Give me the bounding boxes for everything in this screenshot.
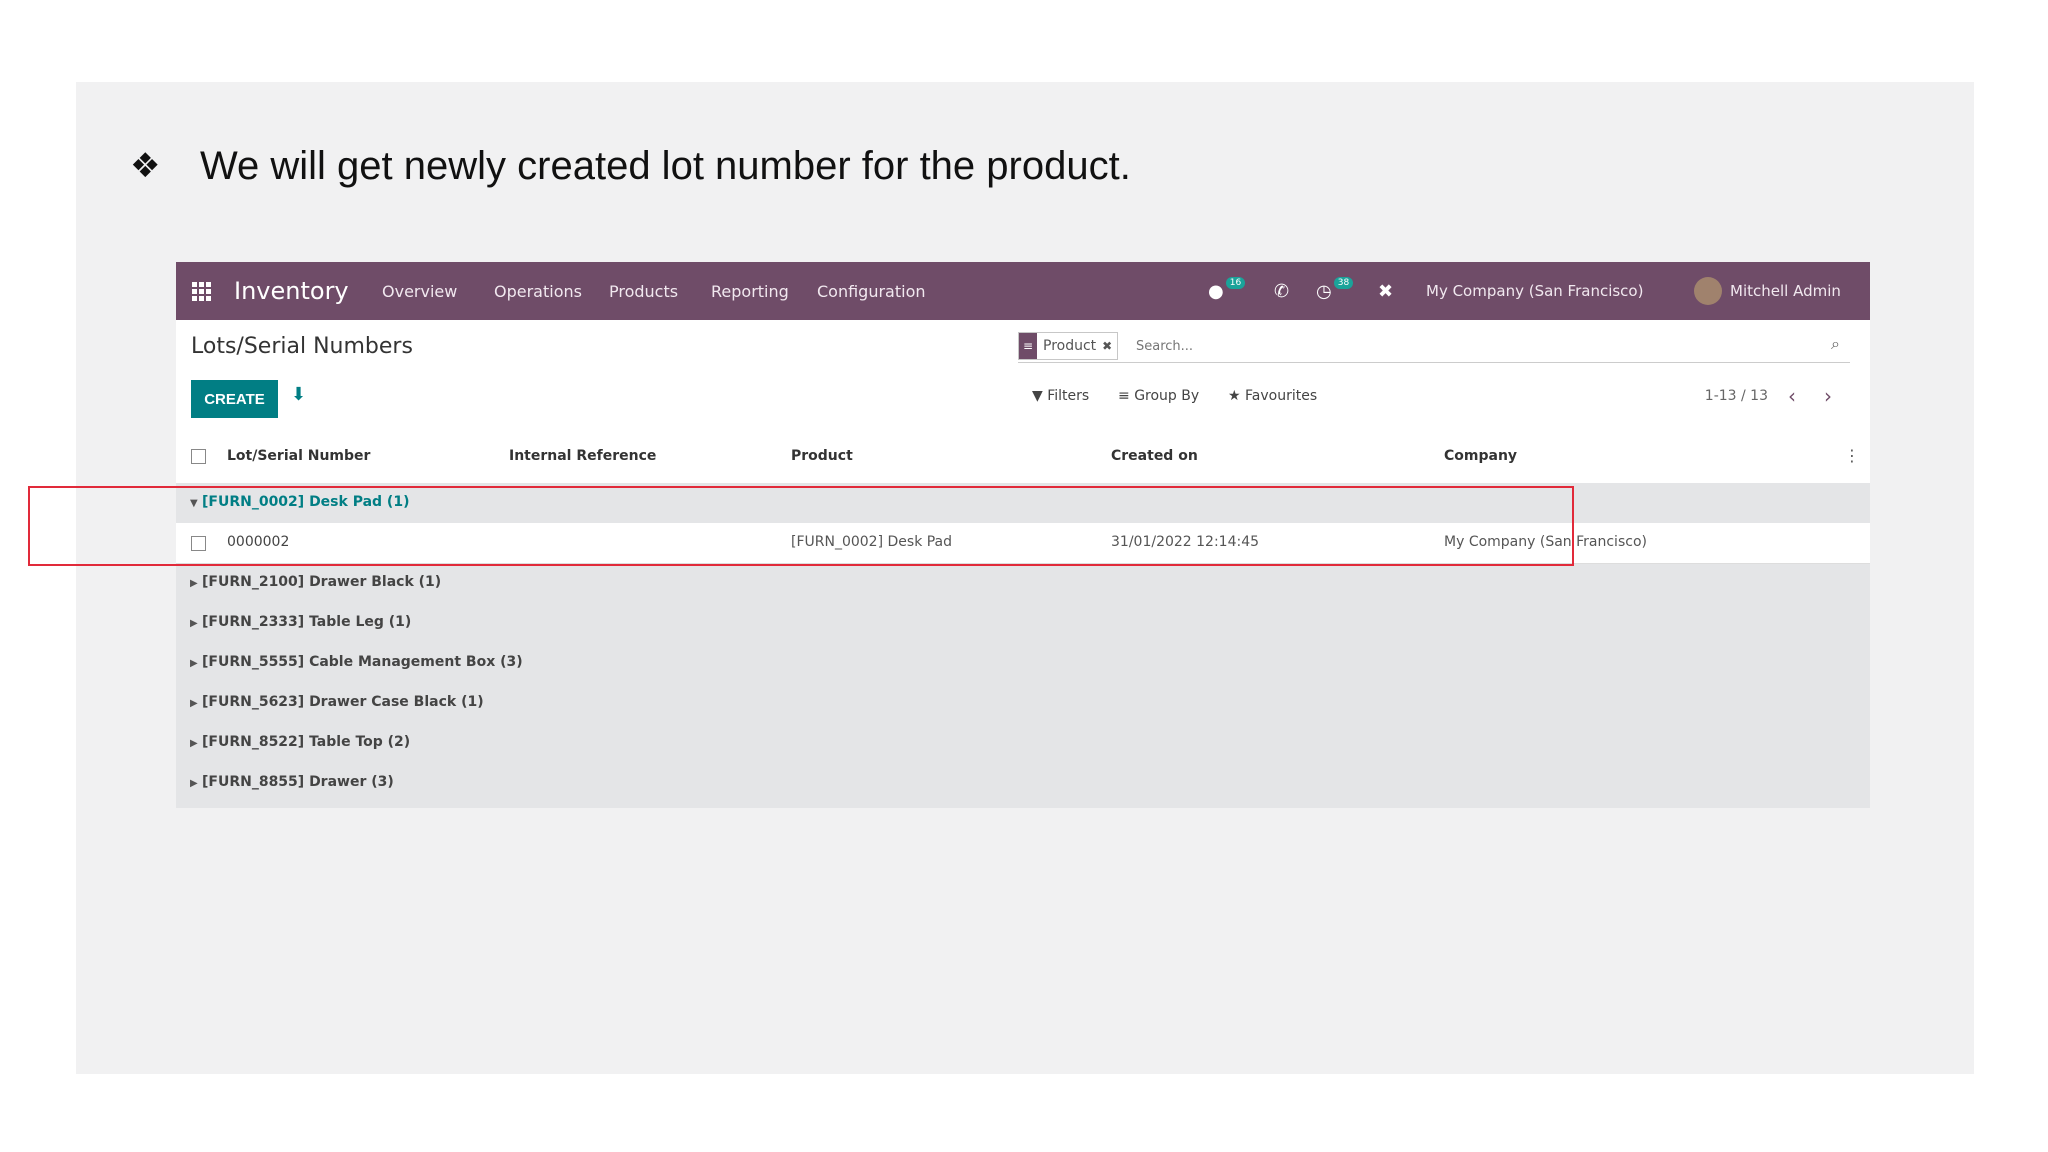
caret-right-icon: ▶	[190, 738, 198, 749]
group-row-furn-0002[interactable]: ▼ [FURN_0002] Desk Pad (1)	[176, 483, 1870, 523]
table-row[interactable]: 0000002 [FURN_0002] Desk Pad 31/01/2022 …	[176, 523, 1870, 564]
tools-icon[interactable]: ✖	[1378, 262, 1393, 320]
optional-columns-kebab-icon[interactable]: ⋮	[1844, 446, 1860, 465]
create-button[interactable]: CREATE	[191, 380, 278, 418]
four-diamond-bullet-icon: ❖	[130, 146, 161, 186]
group-row-furn-5623[interactable]: ▶ [FURN_5623] Drawer Case Black (1)	[176, 683, 1870, 723]
search-input[interactable]	[1134, 334, 1738, 358]
group-row-furn-2333[interactable]: ▶ [FURN_2333] Table Leg (1)	[176, 603, 1870, 643]
star-icon: ★	[1228, 388, 1241, 404]
chevron-left-icon[interactable]: ‹	[1788, 384, 1796, 408]
messages-badge: 16	[1225, 277, 1246, 289]
phone-icon[interactable]: ✆	[1274, 262, 1289, 320]
group-label: [FURN_2333] Table Leg (1)	[202, 614, 412, 630]
user-menu[interactable]: Mitchell Admin	[1694, 262, 1841, 320]
chevron-right-icon[interactable]: ›	[1824, 384, 1832, 408]
caret-down-icon: ▼	[190, 498, 198, 509]
group-row-furn-8522[interactable]: ▶ [FURN_8522] Table Top (2)	[176, 723, 1870, 763]
caret-right-icon: ▶	[190, 698, 198, 709]
close-icon[interactable]: ✖	[1102, 339, 1117, 353]
filters-button[interactable]: ▼ Filters	[1032, 388, 1089, 404]
column-product[interactable]: Product	[791, 448, 853, 464]
menu-configuration[interactable]: Configuration	[817, 262, 926, 320]
group-by-button[interactable]: ≡ Group By	[1118, 388, 1199, 404]
group-row-furn-2100[interactable]: ▶ [FURN_2100] Drawer Black (1)	[176, 563, 1870, 603]
facet-label: Product	[1043, 338, 1097, 354]
control-panel: Lots/Serial Numbers CREATE ⬇ ≡ Product ✖…	[176, 320, 1870, 431]
search-icon[interactable]: ⌕	[1831, 334, 1840, 354]
favourites-button[interactable]: ★ Favourites	[1228, 388, 1317, 404]
messages-button[interactable]: ● 16	[1208, 262, 1246, 320]
group-label: [FURN_2100] Drawer Black (1)	[202, 574, 442, 590]
app-title[interactable]: Inventory	[234, 262, 349, 320]
caret-right-icon: ▶	[190, 578, 198, 589]
caret-right-icon: ▶	[190, 778, 198, 789]
avatar	[1694, 277, 1722, 305]
clock-icon: ◷	[1316, 280, 1332, 302]
list-icon: ≡	[1019, 333, 1037, 359]
menu-overview[interactable]: Overview	[382, 262, 457, 320]
chat-bubble-icon: ●	[1208, 280, 1224, 302]
menu-products[interactable]: Products	[609, 262, 678, 320]
caret-right-icon: ▶	[190, 618, 198, 629]
group-label: [FURN_8855] Drawer (3)	[202, 774, 394, 790]
slide-bullet-line: ❖ We will get newly created lot number f…	[130, 138, 1131, 194]
cell-created-on: 31/01/2022 12:14:45	[1111, 534, 1260, 550]
page-title: Lots/Serial Numbers	[191, 334, 413, 359]
funnel-icon: ▼	[1032, 388, 1043, 404]
group-label: [FURN_5555] Cable Management Box (3)	[202, 654, 523, 670]
slide-text: We will get newly created lot number for…	[200, 143, 1131, 188]
group-row-furn-8855[interactable]: ▶ [FURN_8855] Drawer (3)	[176, 763, 1870, 803]
odoo-screenshot: Inventory Overview Operations Products R…	[176, 262, 1870, 808]
group-label: [FURN_0002] Desk Pad (1)	[202, 494, 410, 510]
select-all-checkbox[interactable]	[191, 449, 206, 464]
apps-menu-icon[interactable]	[192, 262, 214, 320]
cell-product: [FURN_0002] Desk Pad	[791, 534, 953, 550]
row-checkbox[interactable]	[191, 536, 206, 551]
table-header: Lot/Serial Number Internal Reference Pro…	[176, 430, 1870, 484]
filters-label: Filters	[1047, 388, 1090, 404]
caret-right-icon: ▶	[190, 658, 198, 669]
company-switcher[interactable]: My Company (San Francisco)	[1426, 262, 1643, 320]
column-created-on[interactable]: Created on	[1111, 448, 1198, 464]
search-facet-product[interactable]: ≡ Product ✖	[1018, 332, 1119, 360]
column-company[interactable]: Company	[1444, 448, 1517, 464]
search-bar: ≡ Product ✖ ⌕	[1018, 330, 1850, 363]
pager-value[interactable]: 1-13 / 13	[1705, 388, 1768, 404]
group-by-label: Group By	[1134, 388, 1200, 404]
menu-operations[interactable]: Operations	[494, 262, 582, 320]
cell-lot-serial-number: 0000002	[227, 534, 290, 550]
activities-badge: 38	[1333, 277, 1354, 289]
group-label: [FURN_8522] Table Top (2)	[202, 734, 411, 750]
download-icon[interactable]: ⬇	[291, 384, 306, 405]
cell-company: My Company (San Francisco)	[1444, 534, 1647, 550]
favourites-label: Favourites	[1245, 388, 1318, 404]
group-row-furn-5555[interactable]: ▶ [FURN_5555] Cable Management Box (3)	[176, 643, 1870, 683]
bars-icon: ≡	[1118, 388, 1130, 404]
column-internal-reference[interactable]: Internal Reference	[509, 448, 656, 464]
user-name: Mitchell Admin	[1730, 282, 1841, 300]
activities-button[interactable]: ◷ 38	[1316, 262, 1354, 320]
top-navbar: Inventory Overview Operations Products R…	[176, 262, 1870, 320]
column-lot-serial-number[interactable]: Lot/Serial Number	[227, 448, 370, 464]
menu-reporting[interactable]: Reporting	[711, 262, 789, 320]
group-label: [FURN_5623] Drawer Case Black (1)	[202, 694, 484, 710]
